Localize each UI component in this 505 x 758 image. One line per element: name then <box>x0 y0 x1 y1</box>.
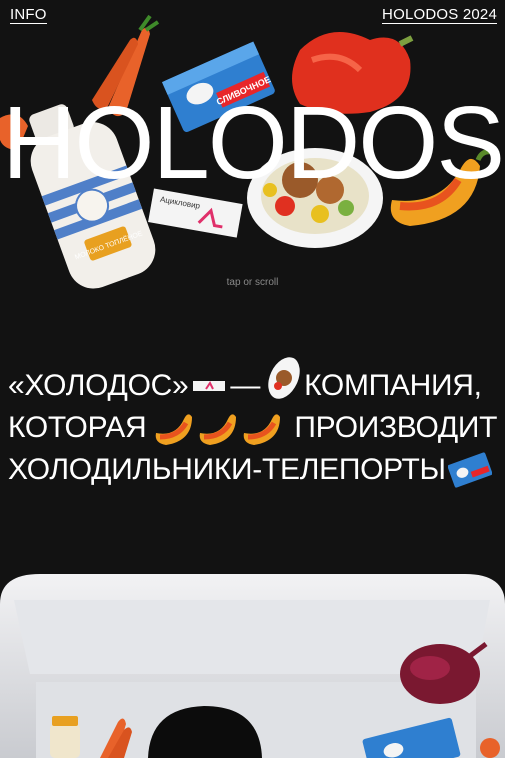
manifest-dash: — <box>230 369 261 402</box>
manifest-text: ХОЛОДИЛЬНИКИ-ТЕЛЕПОРТЫ <box>8 453 446 486</box>
chili-icon <box>200 414 237 445</box>
food-plate-icon <box>268 357 300 399</box>
fridge-section[interactable] <box>0 574 505 758</box>
butter-icon <box>447 452 492 488</box>
manifest-text: «ХОЛОДОС» <box>8 369 189 402</box>
manifest-line-3: ХОЛОДИЛЬНИКИ-ТЕЛЕПОРТЫ <box>8 449 503 491</box>
manifest: «ХОЛОДОС» — КОМПАНИЯ, КОТОРАЯ ПРОИЗВОДИТ… <box>8 357 503 491</box>
hero-title: HOLODOS <box>1 85 505 200</box>
chili-icon <box>244 414 281 445</box>
hero[interactable]: СЛИВОЧНОЕ МОЛОКО ТОПЛЁНОЕ Ацикловир HOLO… <box>0 0 505 300</box>
manifest-text: КОМПАНИЯ, <box>304 369 482 402</box>
chili-icon <box>156 414 193 445</box>
pill-box-icon <box>193 381 226 391</box>
manifest-line-2: КОТОРАЯ ПРОИЗВОДИТ <box>8 407 503 449</box>
manifest-text: КОТОРАЯ <box>8 411 147 444</box>
manifest-text: ПРОИЗВОДИТ <box>294 411 498 444</box>
manifest-line-1: «ХОЛОДОС» — КОМПАНИЯ, <box>8 357 503 407</box>
scroll-hint: tap or scroll <box>226 277 279 288</box>
fridge-illustration <box>0 574 505 758</box>
milk-bottle-icon <box>50 716 80 758</box>
